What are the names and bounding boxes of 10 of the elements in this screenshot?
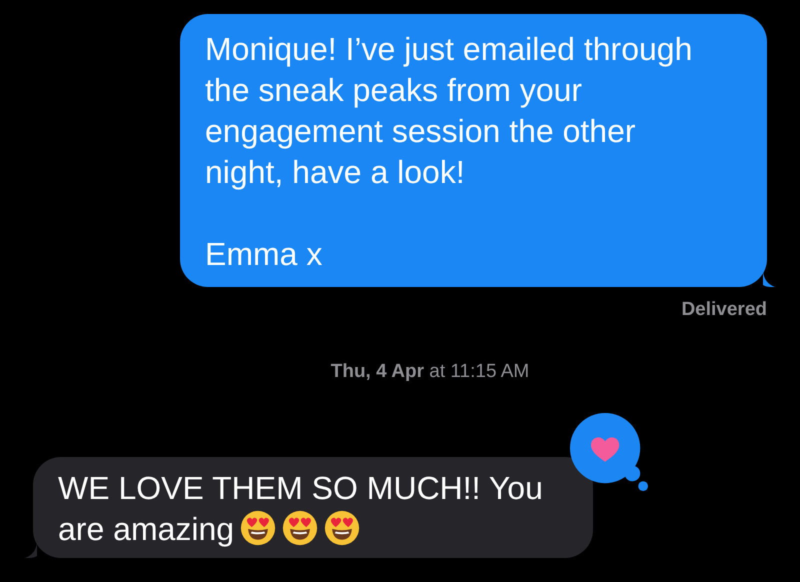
bubble-tail	[763, 271, 775, 287]
heart-reaction-icon	[570, 413, 648, 491]
message-bubble: Monique! I’ve just emailed through the sneak peaks from your engagement session the other night, have a look! Emma x	[180, 14, 767, 287]
message-bubble: WE LOVE THEM SO MUCH!! You are amazing	[33, 457, 593, 558]
delivery-status: Delivered	[681, 299, 767, 321]
bubble-tail	[25, 542, 37, 558]
heart-eyes-emoji-icon	[324, 510, 360, 546]
heart-eyes-emoji-icon	[282, 510, 318, 546]
timestamp: Thu, 4 Apr at 11:15 AM	[330, 361, 530, 383]
heart-eyes-emoji-icon	[240, 510, 276, 546]
